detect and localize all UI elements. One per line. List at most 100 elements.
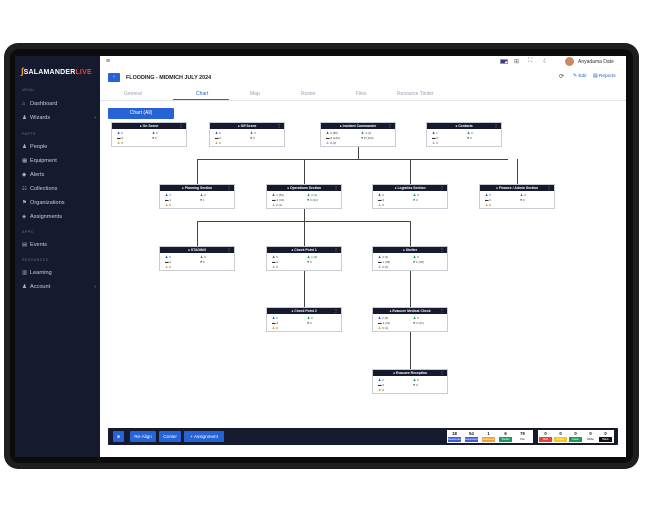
org-node-contacts[interactable]: ● Contacts ⋮ ♟ 1 ♟ 0 ▬ 0 ● 0 ♟ 0 [426, 122, 502, 147]
flag-icon[interactable] [500, 59, 508, 64]
status-white: 0 White [584, 430, 597, 443]
sidebar-item-equipment[interactable]: ▦ Equipment [22, 156, 98, 166]
chart-all-button[interactable]: Chart (All) [108, 108, 174, 119]
sidebar-item-organizations[interactable]: ⚑ Organizations [22, 198, 98, 208]
more-options-icon[interactable]: ⋮ [227, 247, 231, 253]
group-icon: ♟ [152, 131, 156, 135]
sidebar-item-label: Assignments [30, 214, 63, 220]
user-group-icon: ♟ [22, 284, 27, 290]
chart-connector-line [304, 221, 305, 246]
org-node-shelter[interactable]: ● Shelter ⋮ ♟ 4 (4) ♟ 0 ▬ 1 (38) ● 1 (38) ♟ 0 … [372, 246, 448, 271]
more-options-icon[interactable]: ⋮ [440, 247, 444, 253]
org-node-off-scene[interactable]: ● Off Scene ⋮ ♟ 0 ♟ 0 ▬ 0 ● 0 ♟ 0 [209, 122, 285, 147]
org-chart-canvas[interactable]: ● On Scene ⋮ ♟ 0 ♟ 0 ▬ 0 ● 0 ♟ 0 ● Off Scene ⋮ ♟ … [100, 122, 626, 452]
sidebar-item-dashboard[interactable]: ⌂ Dashboard [22, 99, 98, 109]
equipment-count: ▬ 0 [378, 383, 385, 387]
org-node-evacuee-medical-check[interactable]: ● Evacuee Medical Check ⋮ ♟ 2 (8) ♟ 0 ▬ 3 (3… [372, 307, 448, 332]
org-node-incident-commander[interactable]: ● Incident Commander ⋮ ♟ 6 (80) ♟ 4 (1) ▬ 8 … [320, 122, 396, 147]
home-icon: ● [413, 321, 416, 325]
person-icon: ♟ [378, 193, 382, 197]
org-node-operations-section[interactable]: ● Operations Section ⋮ ♟ 1 (84) ♟ 3 (1) ▬ 3 … [266, 184, 342, 209]
grid-icon[interactable]: ⊞ [514, 58, 519, 65]
app-logo[interactable]: ∫SALAMANDERLIVE [21, 66, 92, 76]
group-count: ♟ 0 [307, 316, 313, 320]
org-node-finance-admin-section[interactable]: ● Finance / Admin Section ⋮ ♟ 0 ♟ 0 ▬ 0 ● 0 ♟ … [479, 184, 555, 209]
tab-files[interactable]: Files [356, 91, 367, 97]
user-name[interactable]: Anyadama Date [578, 59, 614, 65]
more-options-icon[interactable]: ⋮ [179, 123, 183, 129]
person-icon: ♟ [272, 193, 276, 197]
add-assignment-button[interactable]: + Assignment [184, 431, 224, 442]
sidebar-item-alerts[interactable]: ◆ Alerts [22, 170, 98, 180]
tab-chart[interactable]: Chart [196, 91, 208, 97]
home-icon: ● [152, 136, 155, 140]
tab-roster[interactable]: Roster [301, 91, 316, 97]
sidebar-item-label: Events [30, 242, 48, 248]
more-options-icon[interactable]: ⋮ [227, 185, 231, 191]
evacuee-icon: ♟ [378, 265, 382, 269]
sidebar-item-collections[interactable]: ☷ Collections [22, 184, 98, 194]
evacuee-icon: ♟ [378, 203, 382, 207]
people-count: ♟ 1 [165, 193, 171, 197]
tab-general[interactable]: General [124, 91, 142, 97]
org-node-title: ● Evacuee Medical Check [373, 308, 447, 314]
org-node-title: ● Off Scene [210, 123, 284, 129]
chevron-right-icon: › [94, 115, 96, 121]
sidebar-item-assignments[interactable]: ◈ Assignments [22, 212, 98, 222]
more-options-icon[interactable]: ⋮ [277, 123, 281, 129]
evacuee-count: ♟ 0 [165, 203, 171, 207]
org-node-title: ● On Scene [112, 123, 186, 129]
more-options-icon[interactable]: ⋮ [547, 185, 551, 191]
stat-evacuees: 1 Evacuees [482, 431, 495, 442]
tab-resource-tinder[interactable]: Resource Tinder [397, 91, 434, 97]
moon-icon[interactable]: ☾ [543, 58, 548, 65]
more-options-icon[interactable]: ⋮ [334, 185, 338, 191]
group-icon: ♟ [361, 131, 365, 135]
org-node-staging[interactable]: ● STAGING ⋮ ♟ 0 ♟ 0 ▬ 0 ● 0 ♟ 0 [159, 246, 235, 271]
sidebar-item-account[interactable]: ♟ Account › [22, 282, 98, 292]
evacuee-count: ♟ 0 [378, 203, 384, 207]
org-node-planning-section[interactable]: ● Planning Section ⋮ ♟ 1 ♟ 0 ▬ 1 ● 1 ♟ 0 [159, 184, 235, 209]
org-node-logistics-section[interactable]: ● Logistics Section ⋮ ♟ 3 ♟ 0 ▬ 3 ● 3 ♟ 0 [372, 184, 448, 209]
shelter-count: ● 8 (164) [361, 136, 374, 140]
tab-map[interactable]: Map [250, 91, 260, 97]
zoom-icon[interactable]: ⊕ [113, 431, 124, 442]
org-node-check-point-1[interactable]: ● Check Point 1 ⋮ ♟ 6 ♟ 1 (4) ▬ 0 ● 0 ♟ 0 [266, 246, 342, 271]
sidebar-item-people[interactable]: ♟ People [22, 142, 98, 152]
more-options-icon[interactable]: ⋮ [388, 123, 392, 129]
evacuee-count: ♟ 0 [215, 141, 221, 145]
org-node-evacuee-reception[interactable]: ● Evacuee Reception ⋮ ♟ 2 ♟ 0 ▬ 0 ● 0 ♟ 0 [372, 369, 448, 394]
more-options-icon[interactable]: ⋮ [334, 308, 338, 314]
refresh-icon[interactable]: ⟳ [559, 73, 564, 80]
group-count: ♟ 4 (1) [361, 131, 372, 135]
equipment-count: ▬ 1 [165, 198, 172, 202]
people-count: ♟ 1 (84) [272, 193, 284, 197]
back-button[interactable]: ‹ [108, 73, 120, 82]
more-options-icon[interactable]: ⋮ [440, 185, 444, 191]
sidebar-item-wizards[interactable]: ♟ Wizards › [22, 113, 98, 123]
flag-icon: ⚑ [22, 200, 27, 206]
shelter-count: ● 3 [413, 198, 418, 202]
sidebar-item-events[interactable]: ▤ Events [22, 240, 98, 250]
evacuee-icon: ♟ [215, 141, 219, 145]
more-options-icon[interactable]: ⋮ [334, 247, 338, 253]
equipment-count: ▬ 3 (31) [378, 321, 391, 325]
more-options-icon[interactable]: ⋮ [494, 123, 498, 129]
section-resources: RESOURCES [22, 258, 49, 262]
more-options-icon[interactable]: ⋮ [440, 308, 444, 314]
avatar[interactable] [565, 57, 574, 66]
hamburger-menu-icon[interactable]: ≡ [106, 58, 110, 65]
org-node-on-scene[interactable]: ● On Scene ⋮ ♟ 0 ♟ 0 ▬ 0 ● 0 ♟ 0 [111, 122, 187, 147]
sidebar-item-label: Learning [30, 270, 52, 276]
center-button[interactable]: Center [159, 431, 181, 442]
expand-icon[interactable]: ⛶ [528, 58, 532, 65]
edit-button[interactable]: ✎ Edit [573, 74, 587, 79]
realign-button[interactable]: Re-Align [130, 431, 156, 442]
org-node-check-point-2[interactable]: ● Check Point 2 ⋮ ♟ 3 ♟ 0 ▬ 3 ● 3 ♟ 0 [266, 307, 342, 332]
person-icon: ♟ [165, 193, 169, 197]
more-options-icon[interactable]: ⋮ [440, 370, 444, 376]
person-icon: ♟ [272, 316, 276, 320]
sidebar-item-learning[interactable]: ▥ Learning [22, 268, 98, 278]
shelter-count: ● 0 [200, 260, 205, 264]
reports-button[interactable]: ▤ Reports [593, 74, 616, 79]
